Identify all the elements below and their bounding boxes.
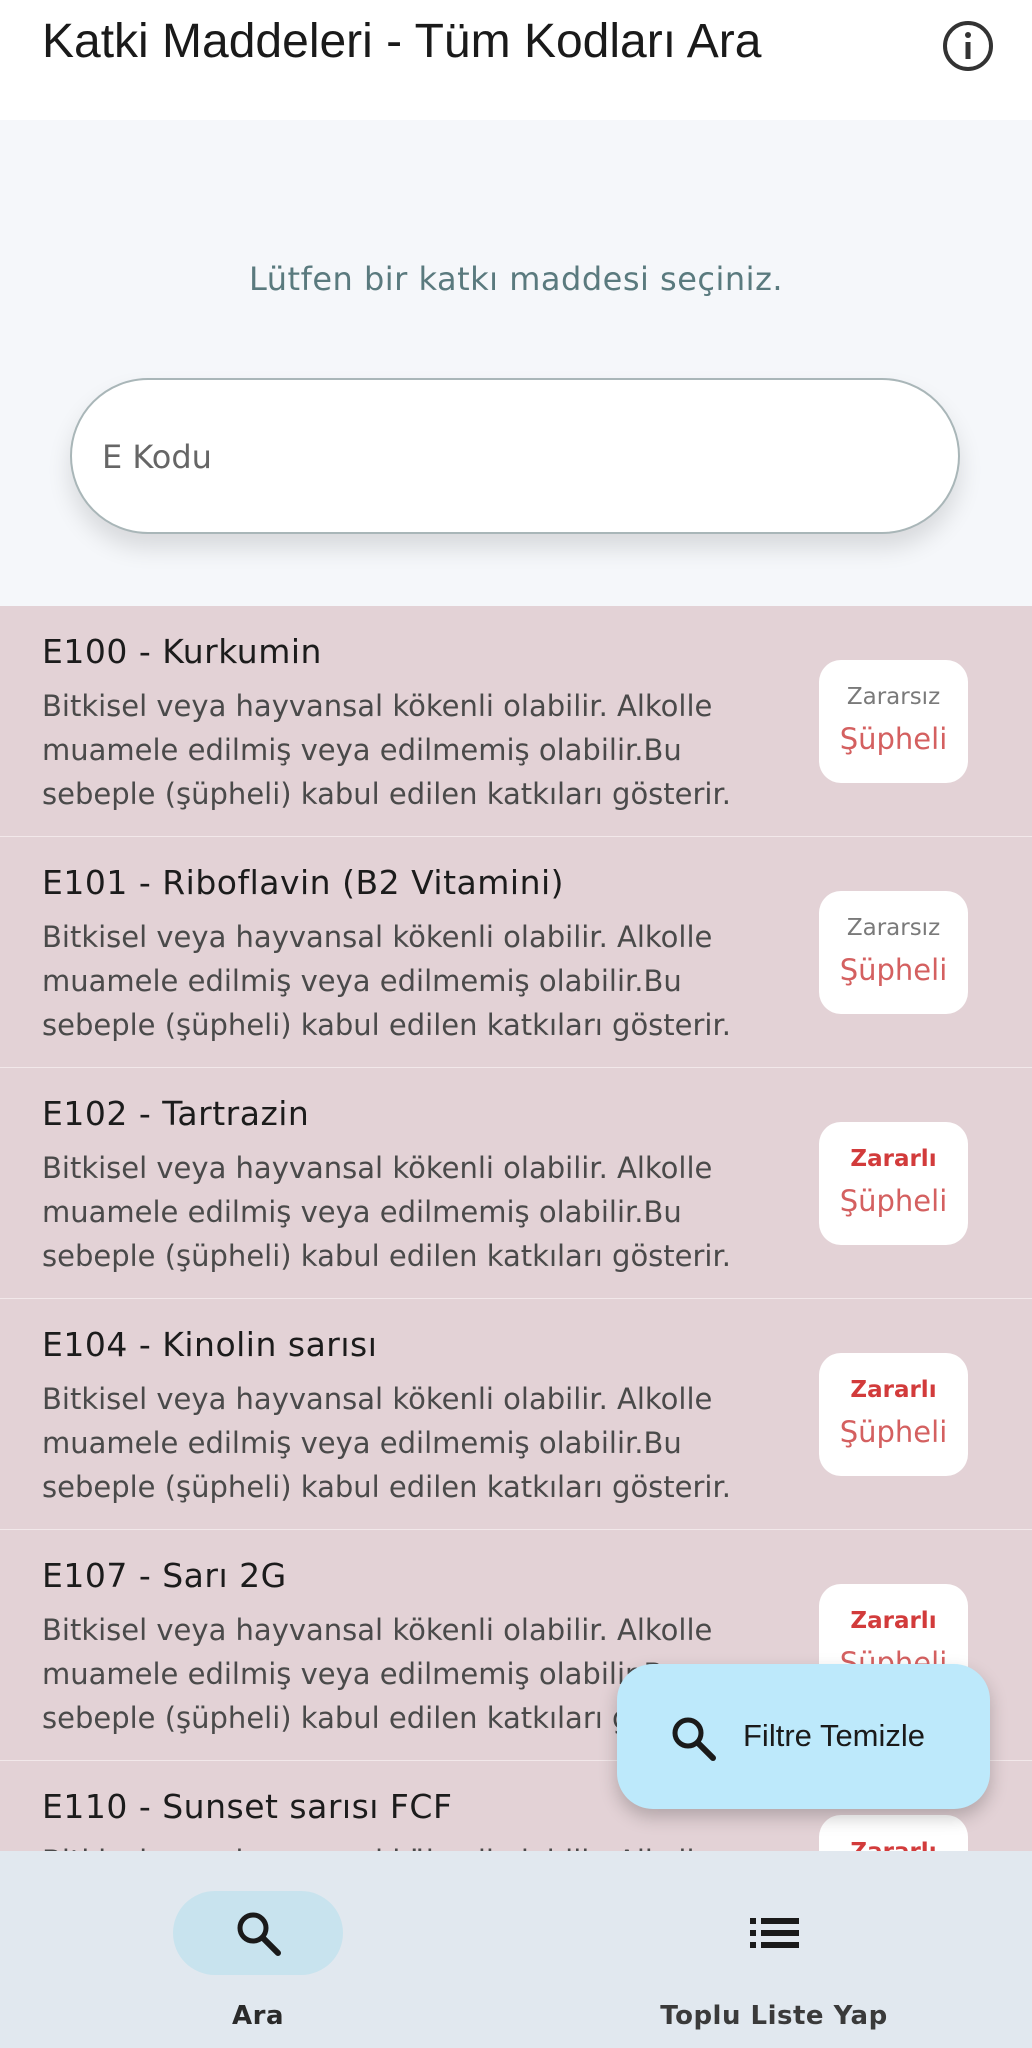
harm-status: Zararlı (819, 1839, 968, 1851)
search-field[interactable] (70, 378, 960, 534)
additive-list-item[interactable]: E101 - Riboflavin (B2 Vitamini) Bitkisel … (0, 837, 1032, 1068)
page-title: Katki Maddeleri - Tüm Kodları Ara (42, 15, 762, 68)
status-badge: ZararlıŞüpheli (819, 1815, 968, 1851)
harm-status: Zararlı (850, 1146, 937, 1172)
select-prompt: Lütfen bir katkı maddesi seçiniz. (248, 260, 784, 298)
halal-status: Şüpheli (839, 722, 948, 756)
additive-list-item[interactable]: E102 - Tartrazin Bitkisel veya hayvansal … (0, 1068, 1032, 1299)
harm-status: Zararlı (850, 1377, 937, 1403)
search-icon (672, 1717, 716, 1761)
search-icon (237, 1912, 281, 1956)
nav-label-toplu-liste: Toplu Liste Yap (660, 2001, 888, 2031)
e-code-input[interactable] (100, 380, 934, 534)
status-badge: Zararsız Şüpheli (819, 660, 968, 783)
additive-title: E107 - Sarı 2G (42, 1556, 287, 1595)
harm-status: Zararlı (850, 1608, 937, 1634)
clear-filter-label: Filtre Temizle (743, 1718, 926, 1753)
list-icon (750, 1918, 799, 1948)
app-bar: Katki Maddeleri - Tüm Kodları Ara (0, 0, 1032, 120)
additive-description: Bitkisel veya hayvansal kökenli olabilir… (42, 689, 731, 811)
additive-title: E101 - Riboflavin (B2 Vitamini) (42, 863, 565, 902)
status-badge: Zararlı Şüpheli (819, 1122, 968, 1245)
halal-status: Şüpheli (839, 953, 948, 987)
bottom-navigation: Ara Toplu Liste Yap (0, 1851, 1032, 2048)
additive-title: E102 - Tartrazin (42, 1094, 310, 1133)
nav-label-ara: Ara (232, 2001, 284, 2031)
additive-description: Bitkisel veya hayvansal kökenli olabilir… (42, 1839, 762, 1851)
halal-status: Şüpheli (839, 1184, 948, 1218)
info-icon[interactable] (942, 20, 994, 72)
additive-description: Bitkisel veya hayvansal kökenli olabilir… (42, 1151, 731, 1273)
harm-status: Zararsız (846, 915, 941, 941)
halal-status: Şüpheli (839, 1415, 948, 1449)
clear-filter-button[interactable]: Filtre Temizle (617, 1664, 990, 1809)
nav-item-toplu-liste[interactable]: Toplu Liste Yap (516, 1851, 1032, 2048)
harm-status: Zararsız (846, 684, 941, 710)
additive-title: E104 - Kinolin sarısı (42, 1325, 378, 1364)
additive-description: Bitkisel veya hayvansal kökenli olabilir… (42, 1382, 731, 1504)
additive-description: Bitkisel veya hayvansal kökenli olabilir… (42, 920, 731, 1042)
additive-list-item[interactable]: E100 - Kurkumin Bitkisel veya hayvansal k… (0, 606, 1032, 837)
status-badge: Zararlı Şüpheli (819, 1353, 968, 1476)
status-badge: Zararsız Şüpheli (819, 891, 968, 1014)
nav-item-ara[interactable]: Ara (0, 1851, 516, 2048)
additive-title: E100 - Kurkumin (42, 632, 322, 671)
additive-title: E110 - Sunset sarısı FCF (42, 1787, 453, 1826)
additive-list-item[interactable]: E104 - Kinolin sarısı Bitkisel veya hayva… (0, 1299, 1032, 1530)
